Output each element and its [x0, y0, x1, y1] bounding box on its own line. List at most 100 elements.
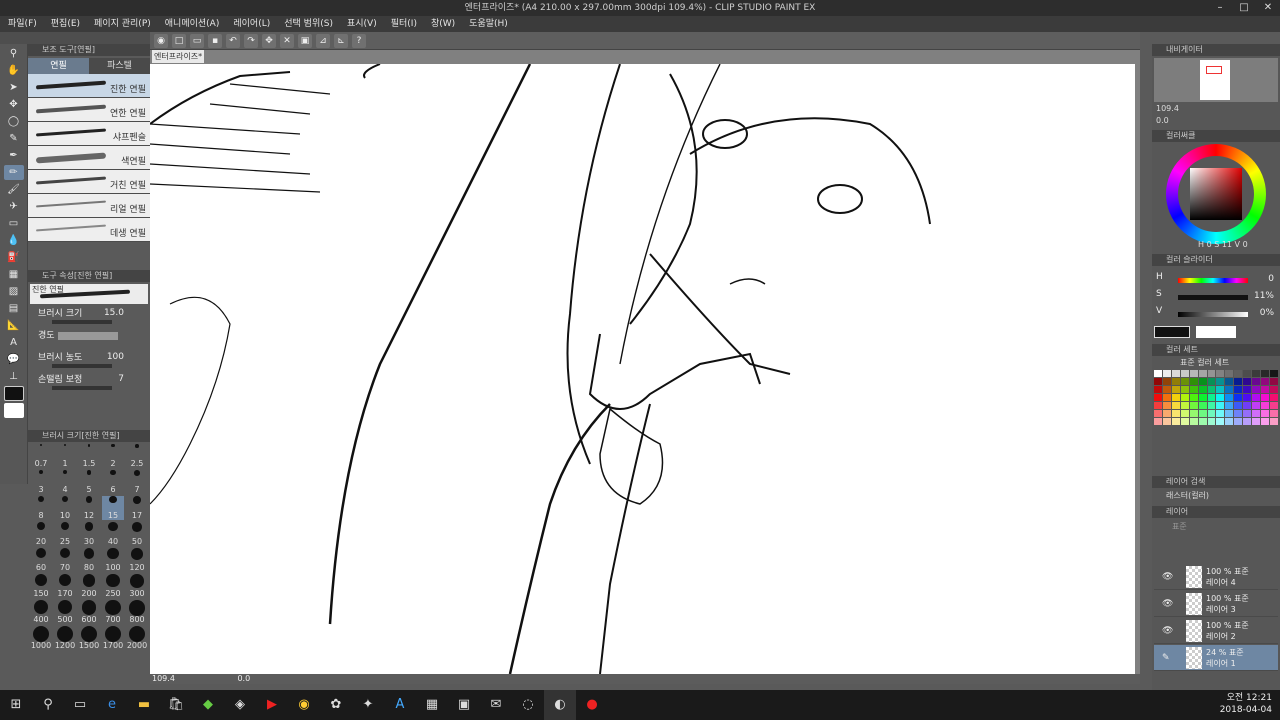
color-swatch[interactable] [1234, 418, 1243, 425]
brush-size-cell[interactable]: 1500 [78, 626, 100, 650]
search-icon[interactable]: ⚲ [32, 690, 64, 720]
brush-size-cell[interactable]: 3 [30, 470, 52, 494]
brush-size-cell[interactable]: 800 [126, 600, 148, 624]
color-swatch[interactable] [1207, 386, 1216, 393]
color-swatch[interactable] [1252, 410, 1261, 417]
eraser-icon[interactable]: ▭ [4, 216, 24, 231]
stabilization-slider[interactable] [52, 386, 112, 390]
brush-size-cell[interactable]: 1700 [102, 626, 124, 650]
color-swatch[interactable] [1270, 378, 1278, 385]
eyedropper-icon[interactable]: ✎ [4, 131, 24, 146]
brush-size-cell[interactable]: 30 [78, 522, 100, 546]
ruler-snap-icon[interactable]: ⊾ [334, 34, 348, 48]
brush-size-cell[interactable]: 1.5 [78, 444, 100, 468]
color-swatch[interactable] [1234, 378, 1243, 385]
color-swatch[interactable] [1252, 386, 1261, 393]
brush-size-cell[interactable]: 50 [126, 522, 148, 546]
color-swatch[interactable] [1270, 370, 1278, 377]
balloon-icon[interactable]: 💬 [4, 352, 24, 367]
frame-icon[interactable]: ▤ [4, 301, 24, 316]
color-swatch[interactable] [1261, 378, 1270, 385]
figure-icon[interactable]: ▨ [4, 284, 24, 299]
color-swatch[interactable] [1171, 394, 1180, 401]
navigator-viewport[interactable] [1206, 66, 1222, 74]
folder-icon[interactable]: ▬ [128, 690, 160, 720]
color-swatch[interactable] [1234, 394, 1243, 401]
brush-item[interactable]: 데생 연필 [28, 218, 150, 242]
zoom-readout[interactable]: 109.4 [152, 674, 175, 683]
navigator-zoom[interactable]: 109.4 [1156, 104, 1179, 113]
color-swatch[interactable] [1154, 370, 1162, 377]
clear-icon[interactable]: ✕ [280, 34, 294, 48]
layer-row[interactable]: 👁 100 % 표준 레이어 2 [1154, 618, 1278, 644]
brush-icon[interactable]: 🖌 [4, 182, 24, 197]
brush-size-cell[interactable]: 17 [126, 496, 148, 520]
tab-pencil[interactable]: 연필 [28, 58, 89, 74]
menu-page[interactable]: 페이지 관리(P) [94, 16, 151, 32]
app-icon[interactable]: ◈ [224, 690, 256, 720]
sub-color-chip[interactable] [1196, 326, 1236, 338]
size-slider[interactable] [52, 320, 112, 324]
color-swatch[interactable] [1261, 394, 1270, 401]
brush-item[interactable]: 샤프펜슬 [28, 122, 150, 146]
menu-selection[interactable]: 선택 범위(S) [284, 16, 333, 32]
brush-size-cell[interactable]: 8 [30, 496, 52, 520]
color-swatch[interactable] [1234, 410, 1243, 417]
color-swatch[interactable] [1207, 418, 1216, 425]
menu-filter[interactable]: 필터(I) [391, 16, 417, 32]
task-view-icon[interactable]: ▭ [64, 690, 96, 720]
color-swatch[interactable] [1243, 394, 1252, 401]
color-swatch[interactable] [1171, 418, 1180, 425]
color-swatch[interactable] [1243, 418, 1252, 425]
airbrush-icon[interactable]: ✈ [4, 199, 24, 214]
hue-slider[interactable]: H0 [1156, 272, 1278, 288]
color-swatch[interactable] [1180, 402, 1189, 409]
brush-size-cell[interactable]: 120 [126, 548, 148, 572]
color-swatch[interactable] [1225, 402, 1234, 409]
color-swatch[interactable] [1252, 402, 1261, 409]
brush-size-cell[interactable]: 60 [30, 548, 52, 572]
fill-tool-icon[interactable]: ⛽ [4, 250, 24, 265]
youtube-icon[interactable]: ▶ [256, 690, 288, 720]
redo-icon[interactable]: ↷ [244, 34, 258, 48]
color-wheel[interactable] [1166, 144, 1266, 244]
menu-window[interactable]: 창(W) [431, 16, 455, 32]
size-row[interactable]: 브러시 크기 15.0 [28, 306, 150, 328]
color-swatch[interactable] [1180, 394, 1189, 401]
color-swatch[interactable] [1171, 402, 1180, 409]
color-swatch[interactable] [1198, 394, 1207, 401]
navigator-preview[interactable] [1154, 58, 1278, 102]
main-color-swatch[interactable] [3, 386, 24, 401]
brush-size-cell[interactable]: 700 [102, 600, 124, 624]
canvas[interactable] [150, 64, 1135, 674]
color-swatch[interactable] [1216, 394, 1225, 401]
pencil-icon[interactable]: ✏ [3, 165, 24, 180]
app-icon[interactable]: ▦ [416, 690, 448, 720]
color-swatch[interactable] [1154, 394, 1162, 401]
brush-size-cell[interactable]: 40 [102, 522, 124, 546]
close-icon[interactable]: ✕ [1256, 0, 1280, 16]
undo-icon[interactable]: ↶ [226, 34, 240, 48]
brush-size-cell[interactable]: 2 [102, 444, 124, 468]
color-swatch[interactable] [1171, 378, 1180, 385]
color-swatch[interactable] [1154, 410, 1162, 417]
brush-size-cell[interactable]: 300 [126, 574, 148, 598]
color-swatch[interactable] [1216, 410, 1225, 417]
color-swatch[interactable] [1261, 418, 1270, 425]
color-swatch[interactable] [1189, 418, 1198, 425]
color-swatch[interactable] [1189, 386, 1198, 393]
move-icon[interactable]: ✥ [4, 97, 24, 112]
hue-track[interactable] [1178, 278, 1248, 283]
color-swatch[interactable] [1207, 402, 1216, 409]
menu-animation[interactable]: 애니메이션(A) [165, 16, 220, 32]
val-slider[interactable]: V 0% [1156, 306, 1278, 322]
clock[interactable]: 오전 12:21 2018-04-04 [1220, 692, 1272, 716]
brush-size-cell[interactable]: 4 [54, 470, 76, 494]
brush-item[interactable]: 진한 연필 [28, 74, 150, 98]
brush-size-cell[interactable]: 5 [78, 470, 100, 494]
minimize-icon[interactable]: – [1208, 0, 1232, 16]
snap-icon[interactable]: ⊿ [316, 34, 330, 48]
brush-size-cell[interactable]: 2000 [126, 626, 148, 650]
mail-icon[interactable]: ✉ [480, 690, 512, 720]
maximize-icon[interactable]: □ [1232, 0, 1256, 16]
